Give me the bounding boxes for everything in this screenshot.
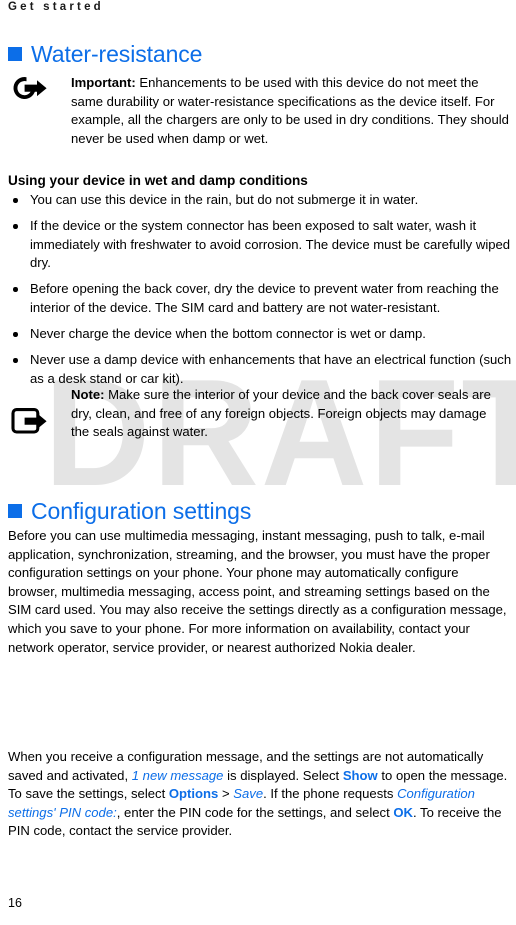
- section-heading-water-resistance-label: Water-resistance: [31, 41, 203, 67]
- water-resistance-bullet-list: You can use this device in the rain, but…: [8, 191, 513, 396]
- important-label: Important:: [71, 75, 136, 90]
- ui-label-new-message: 1 new message: [131, 767, 224, 783]
- list-item-text: If the device or the system connector ha…: [30, 218, 511, 271]
- bullet-point-icon: [13, 224, 18, 229]
- important-body: Enhancements to be used with this device…: [71, 75, 509, 146]
- ui-label-options[interactable]: Options: [169, 786, 218, 801]
- bullet-point-icon: [13, 198, 18, 203]
- list-item: Never use a damp device with enhancement…: [8, 351, 513, 388]
- text-part-4: >: [218, 786, 234, 802]
- page-number: 16: [8, 896, 22, 910]
- paragraph-configuration-intro: Before you can use multimedia messaging,…: [8, 528, 507, 655]
- bullet-point-icon: [13, 358, 18, 363]
- list-item: Before opening the back cover, dry the d…: [8, 280, 513, 317]
- text-part-5: . If the phone requests: [263, 786, 398, 802]
- list-item: Never charge the device when the bottom …: [8, 325, 513, 344]
- note-label: Note:: [71, 387, 105, 402]
- section-heading-configuration-settings-label: Configuration settings: [31, 498, 252, 524]
- list-item-text: Before opening the back cover, dry the d…: [30, 281, 499, 315]
- running-header: Get started: [8, 1, 104, 13]
- list-item-text: You can use this device in the rain, but…: [30, 192, 419, 207]
- note-callout-text: Note: Make sure the interior of your dev…: [71, 386, 505, 442]
- note-body: Make sure the interior of your device an…: [71, 387, 491, 440]
- ui-label-show[interactable]: Show: [343, 768, 378, 783]
- blue-square-bullet-icon: [8, 47, 22, 61]
- ui-label-ok[interactable]: OK: [393, 805, 413, 820]
- important-callout-text: Important: Enhancements to be used with …: [71, 74, 509, 148]
- list-item-text: Never charge the device when the bottom …: [30, 326, 426, 342]
- section-heading-configuration-settings: Configuration settings: [8, 498, 251, 524]
- bullet-point-icon: [13, 287, 18, 292]
- list-item-text: Never use a damp device with enhancement…: [30, 352, 512, 386]
- text-part-2: is displayed. Select: [223, 767, 343, 783]
- list-item: You can use this device in the rain, but…: [8, 191, 513, 210]
- bullet-point-icon: [13, 332, 18, 337]
- subheading-wet-damp-conditions: Using your device in wet and damp condit…: [8, 173, 308, 188]
- important-arrow-icon: [10, 74, 56, 104]
- list-item: If the device or the system connector ha…: [8, 217, 513, 273]
- text-part-6: , enter the PIN code for the settings, a…: [116, 804, 394, 820]
- section-heading-water-resistance: Water-resistance: [8, 41, 202, 67]
- note-arrow-icon: [10, 407, 56, 437]
- paragraph-configuration-message: When you receive a configuration message…: [8, 748, 510, 841]
- ui-label-save[interactable]: Save: [233, 786, 263, 801]
- blue-square-bullet-icon: [8, 504, 22, 518]
